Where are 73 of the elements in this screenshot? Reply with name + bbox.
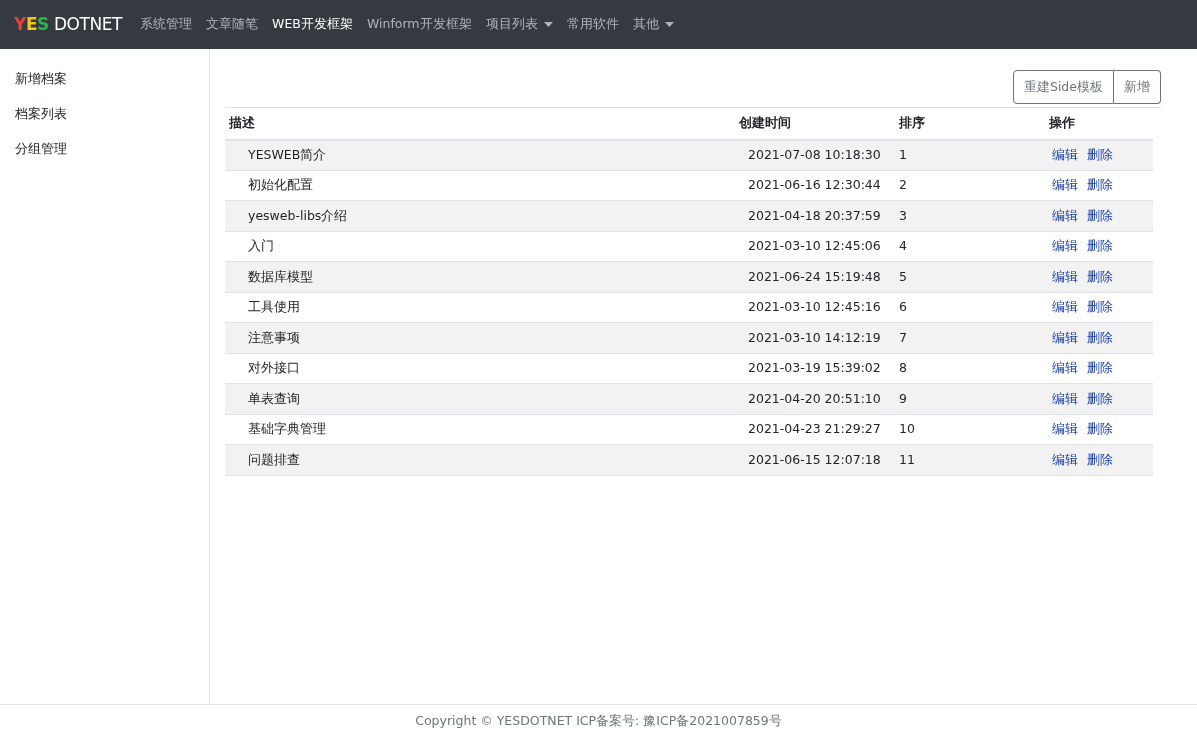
action-link[interactable]: 删除 [1087, 298, 1113, 317]
action-link[interactable]: 编辑 [1052, 267, 1078, 287]
sidebar-link[interactable]: 分组管理 [0, 131, 209, 166]
table-cell: 2021-04-18 20:37:59 [748, 207, 881, 223]
toolbar-button[interactable]: 重建Side模板 [1012, 70, 1114, 104]
column-header: 描述 [229, 115, 255, 130]
table-cell: 基础字典管理 [248, 421, 326, 437]
table-cell: 数据库模型 [248, 268, 313, 284]
action-link[interactable]: 编辑 [1052, 359, 1078, 378]
nav-link[interactable]: 项目列表 [485, 15, 553, 34]
table-cell: 9 [899, 390, 907, 406]
table-cell: 6 [899, 299, 907, 315]
nav-link[interactable]: Winform开发框架 [366, 15, 472, 34]
action-link[interactable]: 删除 [1087, 389, 1113, 409]
table-cell: 2021-07-08 10:18:30 [748, 146, 881, 162]
table-cell: YESWEB简介 [248, 146, 327, 162]
table-cell: 2021-06-16 12:30:44 [748, 177, 881, 193]
table-cell: 注意事项 [248, 329, 300, 345]
table-cell: 2021-03-10 14:12:19 [748, 329, 881, 345]
action-link[interactable]: 删除 [1087, 420, 1113, 439]
table-cell: 3 [899, 207, 907, 223]
toolbar-button[interactable]: 新增 [1114, 70, 1161, 104]
table-cell: 入门 [248, 238, 274, 254]
table-cell: 2021-03-10 12:45:16 [748, 299, 881, 315]
action-link[interactable]: 删除 [1087, 176, 1113, 195]
table-cell: 7 [899, 329, 907, 345]
sidebar-link[interactable]: 档案列表 [0, 96, 209, 131]
action-link[interactable]: 删除 [1087, 359, 1113, 378]
table-cell: 2021-04-20 20:51:10 [748, 390, 881, 406]
brand-logo[interactable]: YES DOTNET [14, 11, 123, 38]
table-cell: 1 [899, 146, 907, 162]
action-link[interactable]: 编辑 [1052, 237, 1078, 256]
action-link[interactable]: 编辑 [1052, 145, 1078, 165]
column-header: 创建时间 [739, 115, 791, 130]
table-cell: yesweb-libs介绍 [248, 207, 348, 223]
action-link[interactable]: 删除 [1087, 450, 1113, 470]
action-link[interactable]: 编辑 [1052, 389, 1078, 409]
action-link[interactable]: 删除 [1087, 267, 1113, 287]
table-cell: 2021-04-23 21:29:27 [748, 421, 881, 437]
action-link[interactable]: 编辑 [1052, 450, 1078, 470]
table-cell: 4 [899, 238, 907, 254]
action-link[interactable]: 编辑 [1052, 206, 1078, 226]
action-link[interactable]: 编辑 [1052, 298, 1078, 317]
nav-link[interactable]: 文章随笔 [206, 15, 259, 34]
table-cell: 单表查询 [248, 390, 300, 406]
table-cell: 初始化配置 [248, 177, 313, 193]
action-link[interactable]: 编辑 [1052, 176, 1078, 195]
table-cell: 5 [899, 268, 907, 284]
nav-link[interactable]: 常用软件 [566, 15, 619, 34]
action-link[interactable]: 删除 [1087, 145, 1113, 165]
column-header: 排序 [899, 115, 925, 130]
table-cell: 2021-06-15 12:07:18 [748, 451, 881, 467]
action-link[interactable]: 删除 [1087, 206, 1113, 226]
table-cell: 10 [899, 421, 915, 437]
sidebar-link[interactable]: 新增档案 [0, 61, 209, 96]
table-cell: 2021-06-24 15:19:48 [748, 268, 881, 284]
table-cell: 2 [899, 177, 907, 193]
table-cell: 问题排查 [248, 451, 300, 467]
table-cell: 2021-03-10 12:45:06 [748, 238, 881, 254]
action-link[interactable]: 删除 [1087, 328, 1113, 348]
action-link[interactable]: 编辑 [1052, 420, 1078, 439]
table-cell: 2021-03-19 15:39:02 [748, 360, 881, 376]
column-header: 操作 [1049, 115, 1075, 130]
copyright-text: Copyright © YESDOTNET ICP备案号: 豫ICP备2021007859号 [415, 711, 782, 730]
table-cell: 对外接口 [248, 360, 300, 376]
action-link[interactable]: 删除 [1087, 237, 1113, 256]
table-cell: 8 [899, 360, 907, 376]
table-cell: 11 [899, 451, 915, 467]
table-cell: 工具使用 [248, 299, 300, 315]
nav-link[interactable]: 系统管理 [140, 15, 193, 34]
action-link[interactable]: 编辑 [1052, 328, 1078, 348]
nav-link[interactable]: WEB开发框架 [272, 15, 353, 34]
nav-link[interactable]: 其他 [632, 15, 674, 34]
